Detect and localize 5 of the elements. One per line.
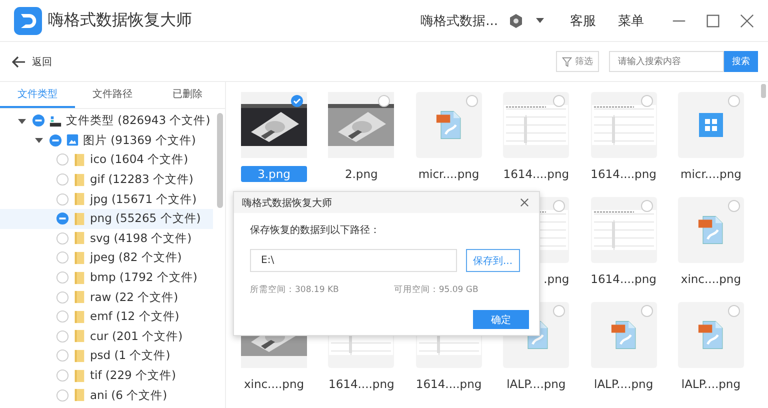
dialog-prompt: 保存恢复的数据到以下路径： [250,224,381,237]
app-title: 嗨格式数据恢复大师 [48,10,192,31]
dialog-title: 嗨格式数据恢复大师 [242,196,332,210]
required-space: 所需空间：308.19 KB [250,284,339,296]
available-space: 可用空间：95.09 GB [394,284,478,296]
